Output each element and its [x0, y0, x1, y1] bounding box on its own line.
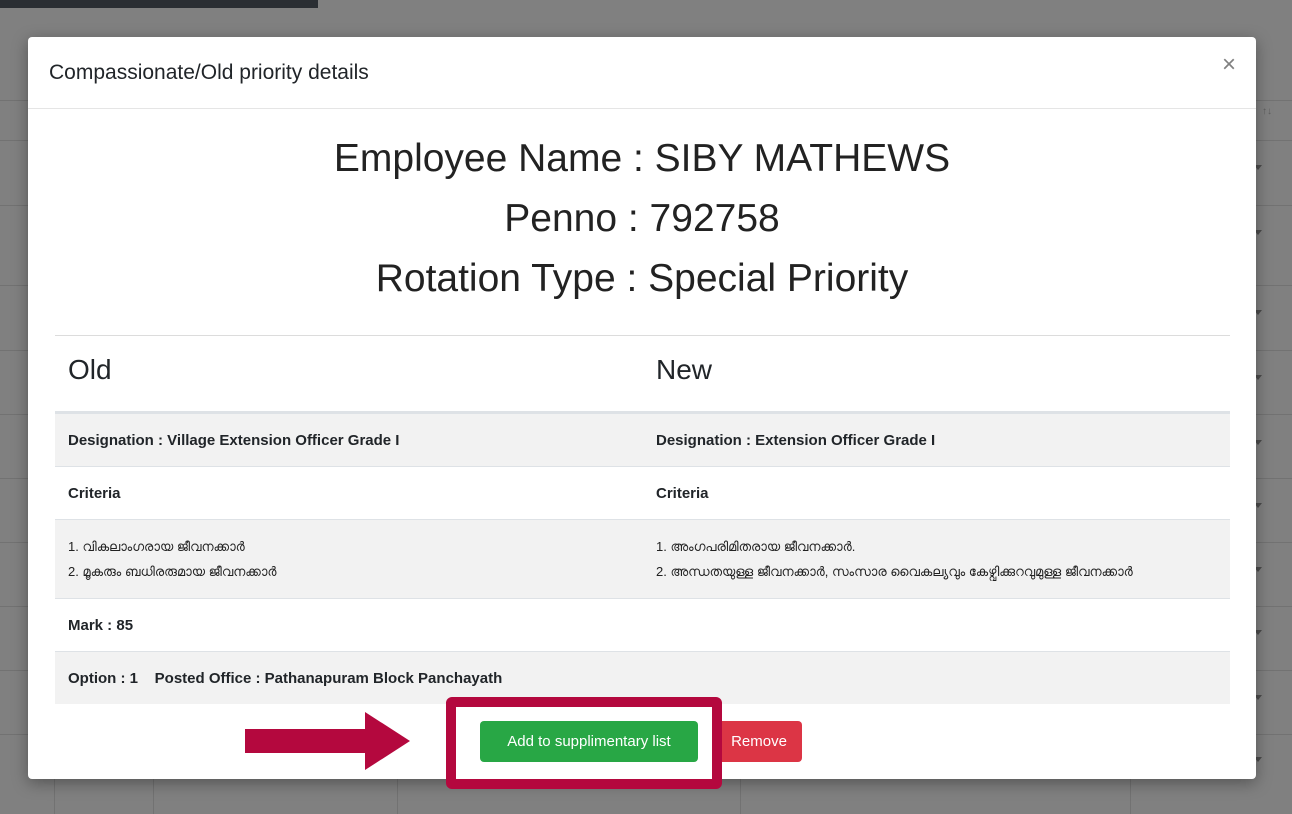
rotation-type: Rotation Type : Special Priority — [375, 257, 909, 300]
table-row-mark: Mark : 85 — [55, 598, 1230, 651]
annotation-highlight-box — [446, 697, 722, 789]
close-icon[interactable]: × — [1222, 53, 1236, 77]
column-header-old: Old — [68, 354, 112, 385]
new-criteria-item: 2. അന്ധതയുള്ള ജീവനക്കാർ, സംസാര വൈകല്യവും… — [656, 564, 1133, 579]
table-row-criteria-label: Criteria Criteria — [55, 466, 1230, 519]
new-criteria-label: Criteria — [656, 485, 709, 502]
sort-icon: ↑↓ — [1262, 106, 1272, 117]
priority-details-modal: Compassionate/Old priority details × Emp… — [28, 37, 1256, 779]
table-row-designation: Designation : Village Extension Officer … — [55, 413, 1230, 466]
employee-summary: Employee Name : SIBY MATHEWS Penno : 792… — [28, 129, 1256, 309]
table-row-criteria-items: 1. വികലാംഗരായ ജീവനക്കാർ 2. മൂകരും ബധിരരു… — [55, 519, 1230, 598]
column-header-new: New — [656, 354, 713, 385]
new-criteria-list: 1. അംഗപരിമിതരായ ജീവനക്കാർ. 2. അന്ധതയുള്ള… — [656, 534, 1133, 584]
new-criteria-item: 1. അംഗപരിമിതരായ ജീവനക്കാർ. — [656, 539, 856, 554]
old-designation: Designation : Village Extension Officer … — [68, 432, 400, 449]
priority-comparison-table: Old New Designation : Village Extension … — [55, 336, 1230, 704]
employee-name: Employee Name : SIBY MATHEWS — [333, 137, 951, 180]
modal-header: Compassionate/Old priority details × — [28, 37, 1256, 109]
new-designation: Designation : Extension Officer Grade I — [656, 432, 936, 449]
arrow-right-icon — [245, 712, 410, 770]
table-header-row: Old New — [55, 336, 1230, 413]
remove-button[interactable]: Remove — [716, 721, 802, 762]
modal-title: Compassionate/Old priority details — [49, 61, 369, 84]
mark-value: Mark : 85 — [68, 617, 134, 634]
old-criteria-item: 2. മൂകരും ബധിരരുമായ ജീവനക്കാർ — [68, 564, 277, 579]
employee-penno: Penno : 792758 — [504, 197, 780, 240]
option-posted-office: Option : 1 Posted Office : Pathanapuram … — [68, 670, 503, 687]
old-criteria-item: 1. വികലാംഗരായ ജീവനക്കാർ — [68, 539, 245, 554]
old-criteria-list: 1. വികലാംഗരായ ജീവനക്കാർ 2. മൂകരും ബധിരരു… — [68, 534, 277, 584]
old-criteria-label: Criteria — [68, 485, 121, 502]
background-top-bar — [0, 0, 318, 8]
